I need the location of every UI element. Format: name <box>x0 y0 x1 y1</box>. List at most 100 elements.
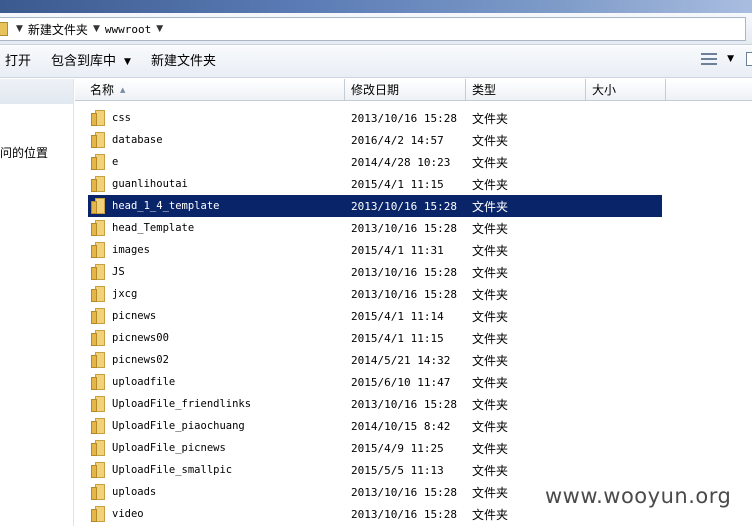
file-name: picnews <box>112 310 157 322</box>
file-row[interactable]: css 2013/10/16 15:28 文件夹 <box>75 107 752 129</box>
column-header-type[interactable]: 类型 <box>466 79 586 101</box>
sort-ascending-icon: ▲ <box>120 86 126 94</box>
file-date: 2013/10/16 15:28 <box>351 111 457 125</box>
preview-pane-icon[interactable] <box>746 52 752 66</box>
file-name: head_1_4_template <box>112 200 220 212</box>
file-row[interactable]: picnews 2015/4/1 11:14 文件夹 <box>75 305 752 327</box>
file-list: css 2013/10/16 15:28 文件夹 database 2016/4/2 1… <box>75 107 752 525</box>
file-row[interactable]: head_Template 2013/10/16 15:28 文件夹 <box>75 217 752 239</box>
column-header-size[interactable]: 大小 <box>586 79 666 101</box>
file-name: picnews02 <box>112 354 169 366</box>
file-row[interactable]: UploadFile_piaochuang 2014/10/15 8:42 文件夹 <box>75 415 752 437</box>
file-date: 2014/4/28 10:23 <box>351 155 451 169</box>
folder-icon <box>91 242 105 258</box>
folder-icon <box>91 484 105 500</box>
file-name: UploadFile_picnews <box>112 442 226 454</box>
folder-icon <box>91 264 105 280</box>
folder-icon <box>91 374 105 390</box>
folder-icon <box>91 330 105 346</box>
address-field[interactable]: ▼ 新建文件夹 ▼ wwwroot ▼ <box>0 17 746 41</box>
file-row[interactable]: picnews00 2015/4/1 11:15 文件夹 <box>75 327 752 349</box>
file-date: 2015/4/1 11:14 <box>351 309 444 323</box>
file-type: 文件夹 <box>472 331 509 346</box>
file-name: UploadFile_smallpic <box>112 464 233 476</box>
file-name: picnews00 <box>112 332 169 344</box>
folder-icon <box>91 418 105 434</box>
file-name: css <box>112 112 131 124</box>
file-type: 文件夹 <box>472 243 509 258</box>
folder-icon <box>91 440 105 456</box>
file-type: 文件夹 <box>472 155 509 170</box>
breadcrumb-new-folder[interactable]: 新建文件夹 ▼ <box>28 21 105 38</box>
file-date: 2015/4/1 11:15 <box>351 177 444 191</box>
file-row[interactable]: uploadfile 2015/6/10 11:47 文件夹 <box>75 371 752 393</box>
file-type: 文件夹 <box>472 287 509 302</box>
nav-item-recent-places[interactable]: 问的位置 <box>0 144 48 161</box>
chevron-down-icon[interactable]: ▼ <box>93 24 100 34</box>
file-date: 2015/5/5 11:13 <box>351 463 444 477</box>
file-date: 2013/10/16 15:28 <box>351 265 457 279</box>
file-type: 文件夹 <box>472 441 509 456</box>
file-row[interactable]: guanlihoutai 2015/4/1 11:15 文件夹 <box>75 173 752 195</box>
folder-icon <box>91 286 105 302</box>
chevron-down-icon[interactable]: ▼ <box>727 54 734 64</box>
file-type: 文件夹 <box>472 199 509 214</box>
file-date: 2013/10/16 15:28 <box>351 485 457 499</box>
column-header-name[interactable]: 名称 ▲ <box>75 79 345 101</box>
file-row[interactable]: e 2014/4/28 10:23 文件夹 <box>75 151 752 173</box>
file-name: images <box>112 244 150 256</box>
toolbar: 打开 包含到库中 ▼ 新建文件夹 ▼ <box>0 46 752 78</box>
include-in-library-button[interactable]: 包含到库中 ▼ <box>41 50 141 74</box>
file-type: 文件夹 <box>472 419 509 434</box>
file-row[interactable]: jxcg 2013/10/16 15:28 文件夹 <box>75 283 752 305</box>
file-row[interactable]: JS 2013/10/16 15:28 文件夹 <box>75 261 752 283</box>
new-folder-button[interactable]: 新建文件夹 <box>141 50 226 74</box>
list-header: 名称 ▲ 修改日期 类型 大小 <box>75 79 752 101</box>
folder-icon <box>91 176 105 192</box>
breadcrumb-wwwroot[interactable]: wwwroot ▼ <box>105 23 168 36</box>
file-name: uploadfile <box>112 376 176 388</box>
folder-icon <box>91 506 105 522</box>
file-name: database <box>112 134 163 146</box>
file-type: 文件夹 <box>472 397 509 412</box>
chevron-down-icon[interactable]: ▼ <box>156 24 163 34</box>
file-type: 文件夹 <box>472 265 509 280</box>
file-date: 2016/4/2 14:57 <box>351 133 444 147</box>
address-bar[interactable]: ▼ 新建文件夹 ▼ wwwroot ▼ <box>0 13 752 45</box>
window-title-strip <box>0 0 752 13</box>
folder-icon <box>91 396 105 412</box>
file-row[interactable]: head_1_4_template 2013/10/16 15:28 文件夹 <box>75 195 752 217</box>
folder-icon <box>91 110 105 126</box>
file-type: 文件夹 <box>472 507 509 522</box>
file-type: 文件夹 <box>472 133 509 148</box>
file-type: 文件夹 <box>472 111 509 126</box>
file-type: 文件夹 <box>472 309 509 324</box>
file-row[interactable]: picnews02 2014/5/21 14:32 文件夹 <box>75 349 752 371</box>
column-header-date[interactable]: 修改日期 <box>345 79 466 101</box>
file-row[interactable]: UploadFile_friendlinks 2013/10/16 15:28 文件… <box>75 393 752 415</box>
open-button[interactable]: 打开 <box>0 50 41 74</box>
folder-icon <box>91 352 105 368</box>
file-name: head_Template <box>112 222 195 234</box>
file-date: 2013/10/16 15:28 <box>351 199 457 213</box>
file-row[interactable]: database 2016/4/2 14:57 文件夹 <box>75 129 752 151</box>
folder-icon <box>91 462 105 478</box>
view-options-icon[interactable] <box>701 52 718 66</box>
file-name: JS <box>112 266 125 278</box>
chevron-down-icon[interactable]: ▼ <box>16 24 23 34</box>
file-date: 2013/10/16 15:28 <box>351 287 457 301</box>
file-row[interactable]: UploadFile_smallpic 2015/5/5 11:13 文件夹 <box>75 459 752 481</box>
file-date: 2013/10/16 15:28 <box>351 221 457 235</box>
file-date: 2015/6/10 11:47 <box>351 375 451 389</box>
file-date: 2015/4/9 11:25 <box>351 441 444 455</box>
folder-icon <box>0 22 8 36</box>
file-date: 2015/4/1 11:15 <box>351 331 444 345</box>
file-row[interactable]: images 2015/4/1 11:31 文件夹 <box>75 239 752 261</box>
file-type: 文件夹 <box>472 463 509 478</box>
file-row[interactable]: UploadFile_picnews 2015/4/9 11:25 文件夹 <box>75 437 752 459</box>
file-type: 文件夹 <box>472 177 509 192</box>
file-date: 2013/10/16 15:28 <box>351 397 457 411</box>
file-name: uploads <box>112 486 157 498</box>
navigation-pane: 问的位置 <box>0 79 74 526</box>
file-date: 2015/4/1 11:31 <box>351 243 444 257</box>
